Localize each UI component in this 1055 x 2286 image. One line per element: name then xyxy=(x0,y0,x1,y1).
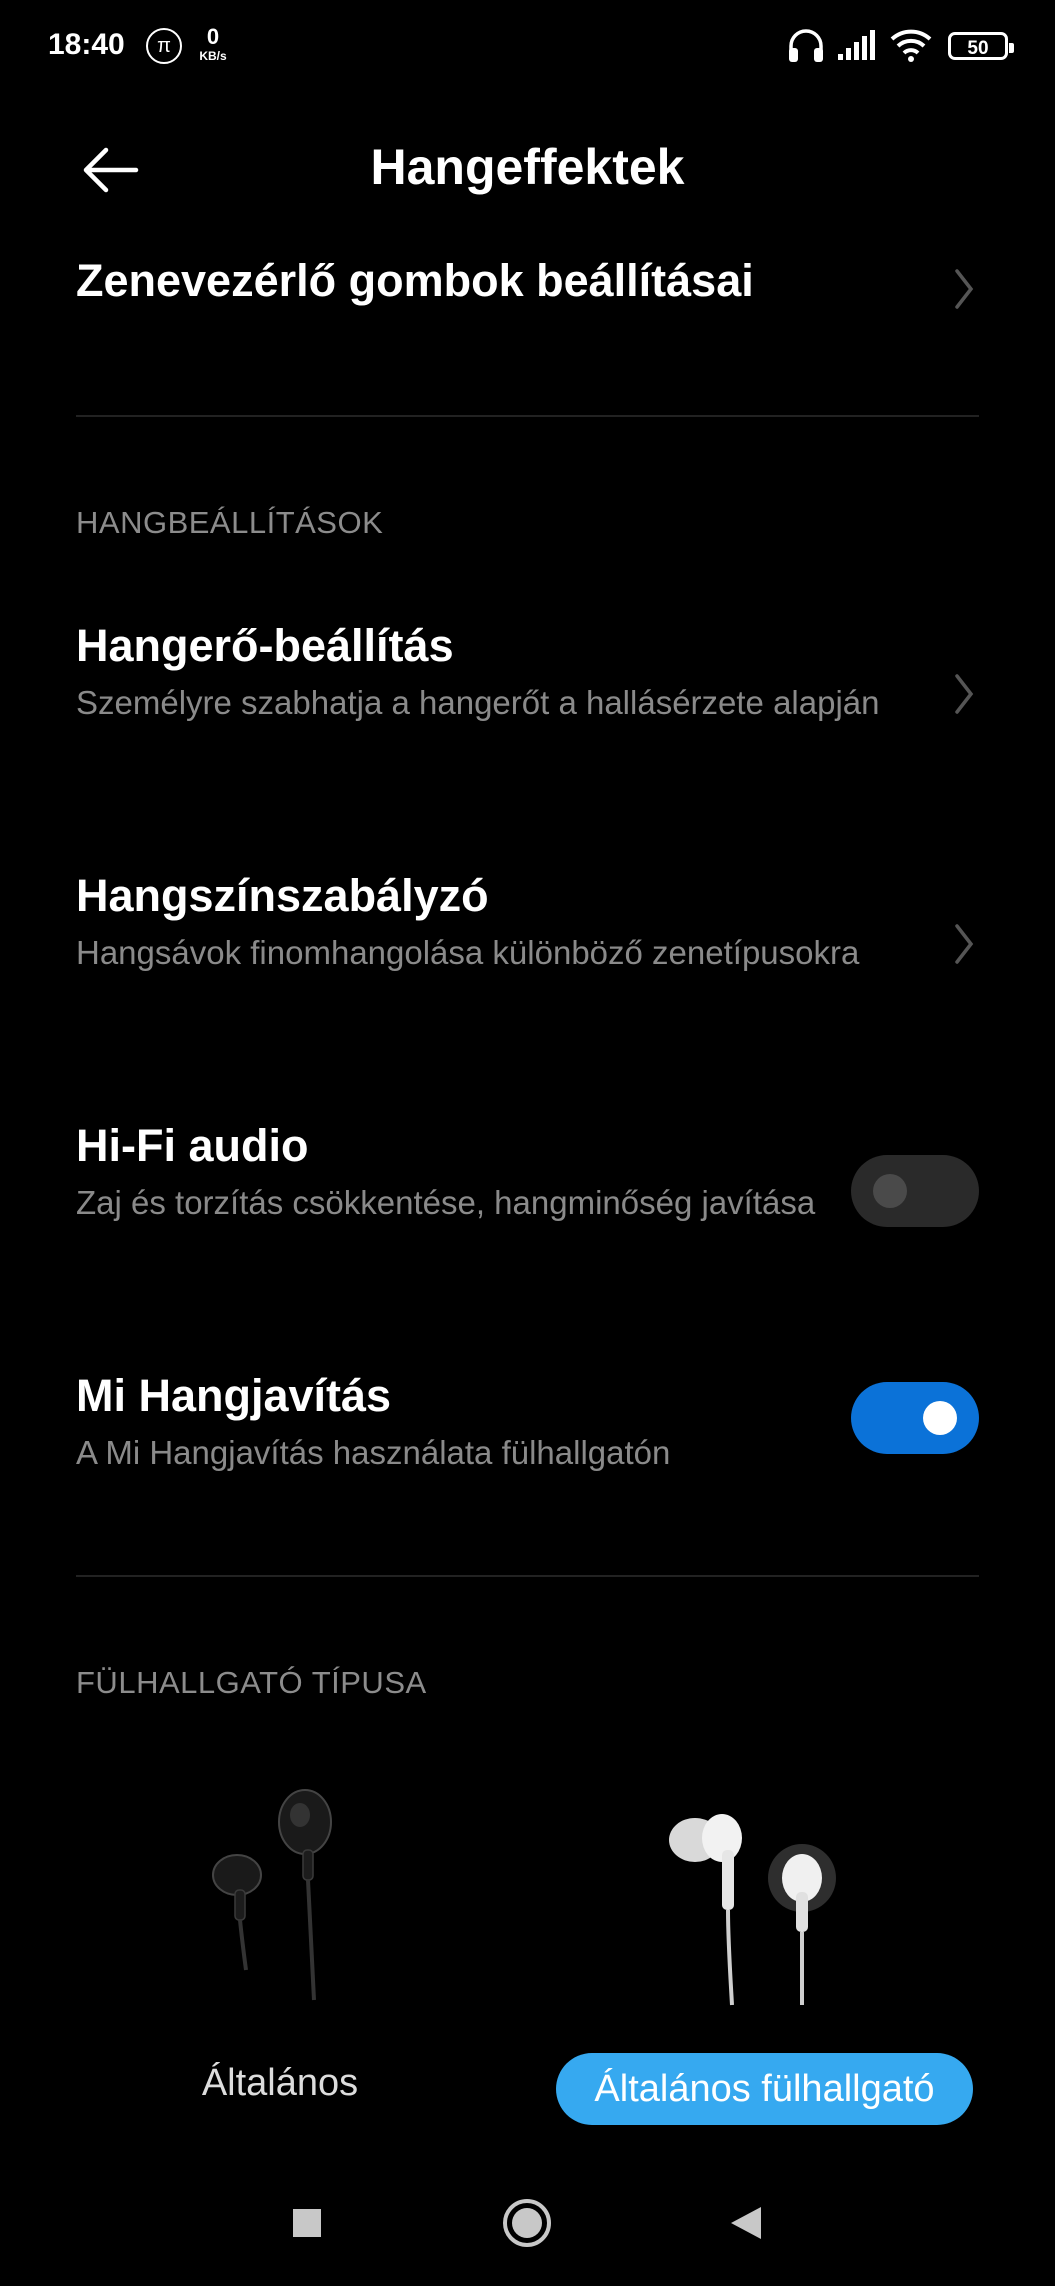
chevron-right-icon xyxy=(955,924,974,964)
headphone-type-general[interactable]: Általános xyxy=(130,2062,430,2105)
back-triangle-icon[interactable] xyxy=(717,2193,777,2253)
volume-title: Hangerő-beállítás xyxy=(76,620,454,671)
network-speed-value: 0 xyxy=(206,24,220,49)
divider xyxy=(76,1575,979,1577)
battery-icon: 50 xyxy=(948,32,1014,60)
recents-square-icon[interactable] xyxy=(277,2193,337,2253)
hifi-row: Hi-Fi audio Zaj és torzítás csökkentése,… xyxy=(76,1110,1036,1280)
toggle-knob xyxy=(923,1401,957,1435)
wifi-icon xyxy=(890,29,932,62)
network-speed-unit: KB/s xyxy=(199,49,227,63)
mi-sound-toggle[interactable] xyxy=(851,1382,979,1454)
volume-subtitle: Személyre szabhatja a hangerőt a hallásé… xyxy=(76,684,880,721)
mi-sound-subtitle: A Mi Hangjavítás használata fülhallgatón xyxy=(76,1434,671,1471)
volume-row[interactable]: Hangerő-beállítás Személyre szabhatja a … xyxy=(76,610,1036,780)
status-time: 18:40 xyxy=(48,28,125,61)
chevron-right-icon xyxy=(955,269,974,309)
pi-icon: π xyxy=(146,28,182,64)
music-controls-row[interactable]: Zenevezérlő gombok beállításai xyxy=(76,245,1036,335)
equalizer-subtitle: Hangsávok finomhangolása különböző zenet… xyxy=(76,934,860,971)
home-circle-icon[interactable] xyxy=(497,2193,557,2253)
chevron-right-icon xyxy=(955,674,974,714)
mi-sound-title: Mi Hangjavítás xyxy=(76,1370,392,1421)
divider xyxy=(76,415,979,417)
section-headphone-type: FÜLHALLGATÓ TÍPUSA xyxy=(76,1665,427,1700)
music-controls-title: Zenevezérlő gombok beállításai xyxy=(76,255,754,306)
headphone-type-general-earphones[interactable]: Általános fülhallgató xyxy=(556,2053,973,2125)
network-speed: 0 KB/s xyxy=(195,24,231,63)
hifi-title: Hi-Fi audio xyxy=(76,1120,309,1171)
signal-icon xyxy=(838,30,875,60)
mi-sound-row: Mi Hangjavítás A Mi Hangjavítás használa… xyxy=(76,1360,1036,1490)
white-in-ear-earphones-icon[interactable] xyxy=(650,1800,850,2020)
hifi-subtitle: Zaj és torzítás csökkentése, hangminőség… xyxy=(76,1184,816,1221)
section-sound-settings: HANGBEÁLLÍTÁSOK xyxy=(76,505,384,540)
toggle-knob xyxy=(873,1174,907,1208)
page-title: Hangeffektek xyxy=(370,139,685,195)
hifi-toggle[interactable] xyxy=(851,1155,979,1227)
headphones-icon xyxy=(789,29,823,62)
black-earbuds-icon[interactable] xyxy=(190,1770,370,2010)
equalizer-title: Hangszínszabályzó xyxy=(76,870,489,921)
equalizer-row[interactable]: Hangszínszabályzó Hangsávok finomhangolá… xyxy=(76,860,1036,1030)
